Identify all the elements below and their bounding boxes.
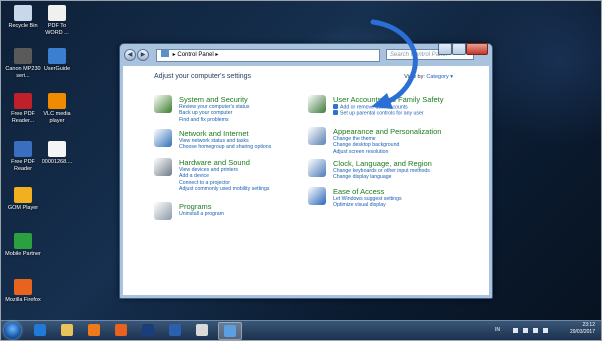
taskbar-button[interactable]: [191, 322, 213, 338]
start-button[interactable]: [4, 322, 21, 339]
annotation-arrow: [370, 19, 418, 109]
tray-battery-icon[interactable]: [533, 328, 538, 333]
taskbar-button[interactable]: [137, 322, 159, 338]
tray-volume-icon[interactable]: [543, 328, 548, 333]
firefox-icon: [115, 324, 127, 336]
file-explorer-icon: [61, 324, 73, 336]
control-panel-icon: [224, 325, 236, 337]
clock-date: 29/03/2017: [569, 329, 595, 335]
taskbar-button[interactable]: [110, 322, 132, 338]
desktop: Recycle Bin PDF To WORD ... Canon MP230 se…: [0, 0, 602, 341]
tray-network-icon[interactable]: [523, 328, 528, 333]
language-indicator[interactable]: IN: [495, 327, 500, 333]
internet-explorer-icon: [34, 324, 46, 336]
taskbar-button[interactable]: [29, 322, 51, 338]
media-player-icon: [88, 324, 100, 336]
paint-icon: [196, 324, 208, 336]
taskbar-button[interactable]: [218, 322, 242, 340]
taskbar-button[interactable]: [56, 322, 78, 338]
clock[interactable]: 23:12 29/03/2017: [570, 322, 595, 336]
photoshop-icon: [142, 324, 154, 336]
word-icon: [169, 324, 181, 336]
tray-flag-icon[interactable]: [513, 328, 518, 333]
taskbar-button[interactable]: [164, 322, 186, 338]
clock-time: 23:12: [582, 322, 595, 328]
taskbar: IN 23:12 29/03/2017: [1, 320, 601, 340]
taskbar-button[interactable]: [83, 322, 105, 338]
